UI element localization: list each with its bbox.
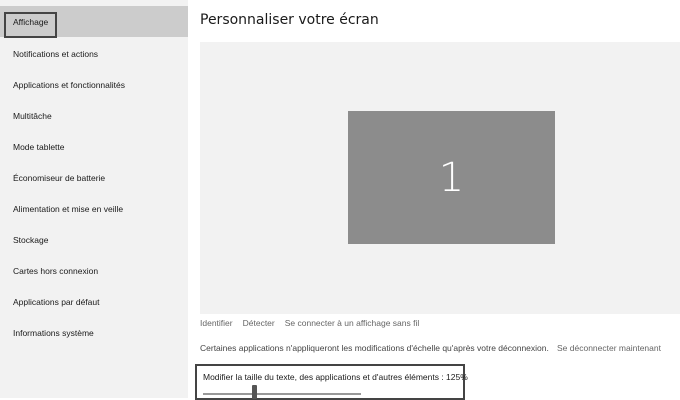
sidebar-item-label: Applications par défaut bbox=[13, 296, 100, 307]
page-title: Personnaliser votre écran bbox=[200, 12, 379, 28]
sidebar-item-label: Cartes hors connexion bbox=[13, 265, 99, 276]
sidebar-item-notifications[interactable]: Notifications et actions bbox=[0, 38, 188, 69]
detect-link[interactable]: Détecter bbox=[243, 318, 275, 328]
sidebar-item-alimentation[interactable]: Alimentation et mise en veille bbox=[0, 193, 188, 224]
sidebar-item-label: Économiseur de batterie bbox=[13, 172, 106, 183]
wireless-display-link[interactable]: Se connecter à un affichage sans fil bbox=[285, 318, 420, 328]
monitor-1[interactable]: 1 bbox=[348, 111, 555, 244]
sidebar-item-label: Applications et fonctionnalités bbox=[13, 79, 125, 90]
sidebar-item-affichage[interactable]: Affichage bbox=[0, 6, 188, 38]
display-links: Identifier Détecter Se connecter à un af… bbox=[200, 318, 419, 328]
display-preview-area: 1 bbox=[200, 42, 680, 314]
sidebar-item-cartes[interactable]: Cartes hors connexion bbox=[0, 255, 188, 286]
sidebar-item-stockage[interactable]: Stockage bbox=[0, 224, 188, 255]
sidebar-item-label: Alimentation et mise en veille bbox=[13, 203, 124, 214]
scale-label: Modifier la taille du texte, des applica… bbox=[203, 372, 468, 382]
signout-link[interactable]: Se déconnecter maintenant bbox=[557, 343, 661, 353]
sidebar: Affichage Notifications et actions Appli… bbox=[0, 0, 188, 398]
main-content: Personnaliser votre écran 1 Identifier D… bbox=[188, 0, 680, 400]
sidebar-item-label: Mode tablette bbox=[13, 141, 65, 152]
sidebar-item-applications-defaut[interactable]: Applications par défaut bbox=[0, 286, 188, 317]
monitor-number: 1 bbox=[438, 154, 465, 201]
sidebar-item-economiseur[interactable]: Économiseur de batterie bbox=[0, 162, 188, 193]
sidebar-item-label: Informations système bbox=[13, 327, 94, 338]
scale-setting: Modifier la taille du texte, des applica… bbox=[195, 364, 468, 400]
sidebar-item-multitache[interactable]: Multitâche bbox=[0, 100, 188, 131]
sidebar-item-informations-systeme[interactable]: Informations système bbox=[0, 317, 188, 348]
sidebar-item-applications[interactable]: Applications et fonctionnalités bbox=[0, 69, 188, 100]
sidebar-item-label: Notifications et actions bbox=[13, 48, 99, 59]
sidebar-item-label: Stockage bbox=[13, 234, 49, 245]
identify-link[interactable]: Identifier bbox=[200, 318, 233, 328]
scale-slider-track[interactable] bbox=[203, 393, 361, 395]
sidebar-item-label: Multitâche bbox=[13, 110, 52, 121]
scale-slider-thumb[interactable] bbox=[252, 385, 257, 399]
scaling-note: Certaines applications n'appliqueront le… bbox=[200, 343, 549, 353]
sidebar-item-mode-tablette[interactable]: Mode tablette bbox=[0, 131, 188, 162]
sidebar-item-label: Affichage bbox=[13, 16, 49, 27]
